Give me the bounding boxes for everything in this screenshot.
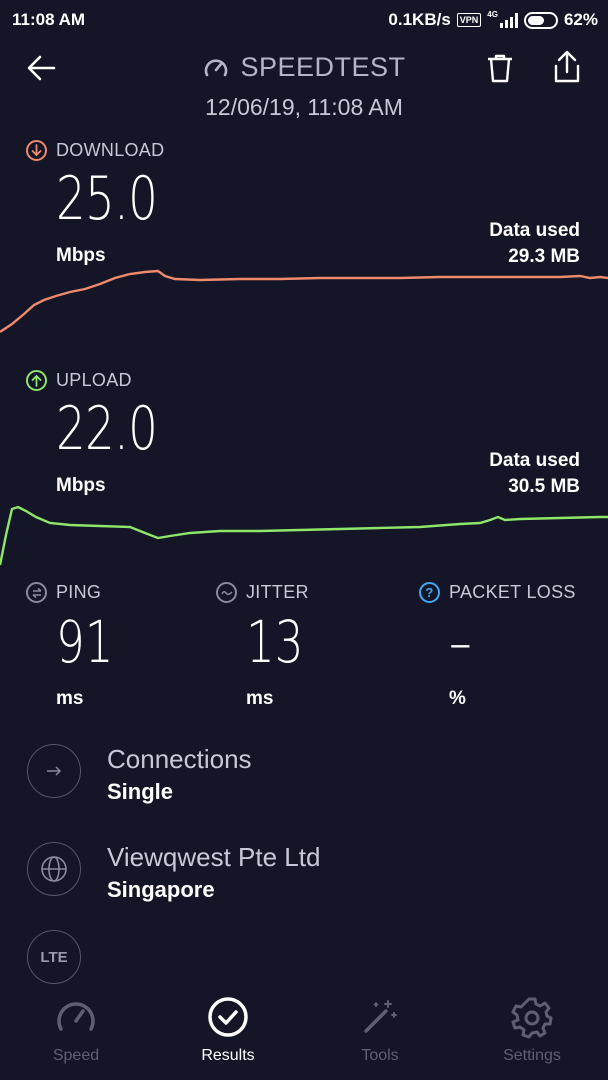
nav-results-label: Results [201, 1047, 255, 1064]
ping-value: 91 [56, 608, 114, 676]
packet-loss-value: – [449, 608, 472, 676]
gauge-icon [205, 58, 228, 76]
trash-icon [488, 54, 512, 83]
status-bar: 11:08 AM 0.1KB/s VPN 4G 62% [0, 0, 608, 40]
share-button[interactable] [548, 48, 586, 86]
download-label-text: DOWNLOAD [56, 140, 165, 160]
packet-loss-label-text: PACKET LOSS [449, 582, 576, 602]
signal-icon [499, 12, 518, 28]
help-icon[interactable]: ? [419, 582, 440, 603]
provider-info: Viewqwest Pte Ltd Singapore [107, 842, 320, 903]
jitter-icon [216, 582, 237, 603]
packet-loss-label[interactable]: ? PACKET LOSS [419, 582, 576, 603]
delete-button[interactable] [482, 50, 518, 86]
jitter-value: 13 [246, 608, 304, 676]
provider-name: Viewqwest Pte Ltd [107, 842, 321, 872]
jitter-unit: ms [246, 688, 274, 709]
globe-icon [27, 842, 81, 896]
battery-icon [523, 11, 558, 29]
upload-label-text: UPLOAD [56, 370, 132, 390]
status-time: 11:08 AM [12, 10, 86, 29]
download-arrow-icon [26, 140, 47, 161]
ping-icon [26, 582, 47, 603]
app-title: SPEEDTEST [240, 52, 406, 82]
upload-value: 22.0 [56, 394, 158, 464]
nav-settings[interactable]: Settings [456, 985, 608, 1065]
lte-badge: LTE [27, 930, 81, 984]
upload-arrow-icon [26, 370, 47, 391]
vpn-icon: VPN [456, 13, 482, 27]
download-data-used-label: Data used [489, 220, 580, 241]
battery-percent: 62% [563, 10, 598, 29]
nav-tools[interactable]: Tools [304, 985, 456, 1065]
nav-tools-label: Tools [361, 1047, 399, 1064]
nav-speed[interactable]: Speed [0, 985, 152, 1065]
check-circle-icon [208, 997, 248, 1037]
status-indicators: 0.1KB/s VPN 4G 62% [388, 10, 598, 30]
nav-settings-label: Settings [503, 1047, 561, 1064]
ping-label-text: PING [56, 582, 102, 602]
upload-unit: Mbps [56, 475, 106, 496]
ping-label: PING [26, 582, 101, 603]
upload-data-used-label: Data used [489, 450, 580, 471]
bottom-nav: Speed Results Tools Settings [0, 985, 608, 1080]
provider-location: Singapore [107, 877, 215, 902]
nav-results[interactable]: Results [152, 985, 304, 1065]
magic-wand-icon [364, 1000, 397, 1033]
upload-data-used: Data used 30.5 MB [489, 448, 580, 500]
connections-info: Connections Single [107, 744, 252, 805]
speedometer-icon [57, 1002, 95, 1031]
share-icon [554, 50, 580, 83]
upload-graph [0, 505, 608, 566]
connections-value: Single [107, 779, 174, 804]
connections-title: Connections [107, 744, 252, 774]
download-graph [0, 269, 608, 333]
download-value: 25.0 [56, 164, 158, 234]
jitter-label: JITTER [216, 582, 309, 603]
jitter-label-text: JITTER [246, 582, 309, 602]
gear-icon [511, 997, 553, 1039]
download-label: DOWNLOAD [26, 140, 164, 161]
ping-unit: ms [56, 688, 84, 709]
network-speed: 0.1KB/s [388, 10, 451, 29]
upload-label: UPLOAD [26, 370, 132, 391]
connections-icon [27, 744, 81, 798]
test-datetime: 12/06/19, 11:08 AM [205, 94, 403, 120]
nav-speed-label: Speed [52, 1047, 100, 1064]
packet-loss-unit: % [449, 688, 466, 709]
network-type: 4G [487, 10, 498, 19]
